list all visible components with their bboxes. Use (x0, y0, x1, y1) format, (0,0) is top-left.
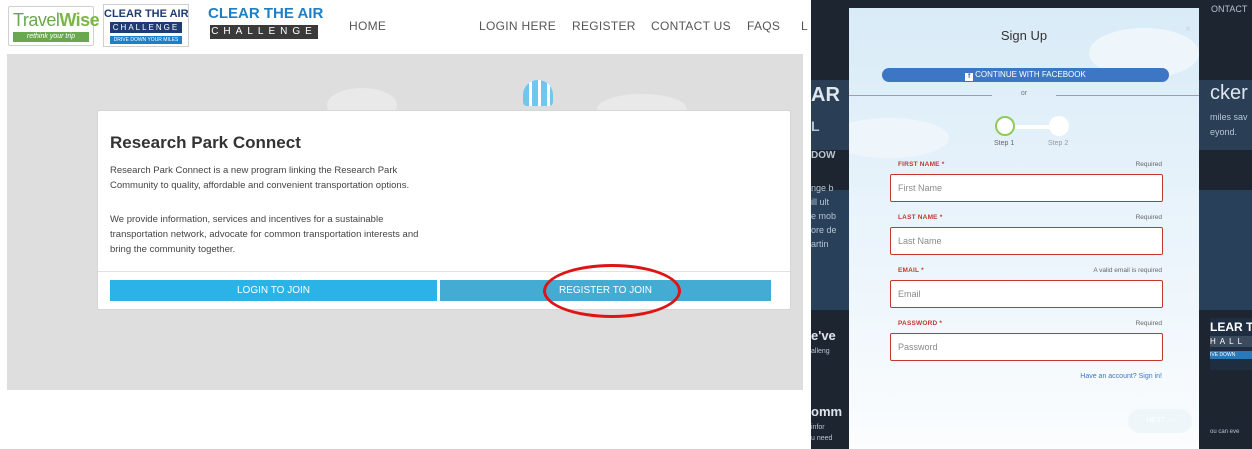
facebook-icon: f (965, 73, 974, 81)
cloud-decoration (849, 118, 949, 158)
bg-text-fragment: ill ult (811, 197, 830, 207)
signup-screen: ONTACT AR L DOW nge b ill ult e mob ore … (811, 0, 1252, 449)
first-name-label: FIRST NAME * (898, 161, 945, 168)
bg-text-fragment: cker (1210, 82, 1248, 104)
travelwise-tagline: rethink your trip (13, 32, 89, 42)
facebook-button-label: CONTINUE WITH FACEBOOK (975, 70, 1086, 79)
bg-text-fragment: nge b (811, 183, 834, 193)
card-description-2: We provide information, services and inc… (110, 214, 419, 255)
research-park-connect-card: Research Park Connect Research Park Conn… (97, 110, 791, 310)
travelwise-logo[interactable]: TravelWise rethink your trip (8, 6, 100, 46)
travelwise-name-bold: Wise (59, 10, 100, 30)
nav-contact-us[interactable]: CONTACT US (651, 19, 731, 33)
clear-the-air-small-logo[interactable]: CLEAR THE AIR CHALLENGE DRIVE DOWN YOUR … (103, 4, 189, 47)
bg-text-fragment: eyond. (1210, 127, 1238, 137)
bg-text-fragment: artin (811, 239, 829, 249)
cta-large-line1: CLEAR THE AIR (208, 5, 324, 22)
nav-login-here[interactable]: LOGIN HERE (479, 19, 556, 33)
bg-text-fragment: e mob (811, 211, 837, 221)
bg-logo-line3: IVE DOWN (1210, 351, 1252, 359)
bg-text-fragment: miles sav (1210, 112, 1248, 122)
email-hint: A valid email is required (1093, 267, 1162, 274)
nav-register[interactable]: REGISTER (572, 19, 636, 33)
card-description-1: Research Park Connect is a new program l… (110, 165, 410, 191)
cta-small-line3: DRIVE DOWN YOUR MILES (110, 36, 182, 44)
card-title: Research Park Connect (110, 133, 301, 152)
email-label: EMAIL * (898, 267, 924, 274)
modal-title: Sign Up (1000, 28, 1048, 43)
bg-clear-the-air-logo: LEAR T HALL IVE DOWN (1210, 318, 1252, 370)
research-park-page: TravelWise rethink your trip CLEAR THE A… (0, 0, 810, 449)
bg-nav-fragment: ONTACT (1211, 4, 1248, 14)
first-name-hint: Required (1135, 161, 1162, 168)
hot-air-balloon-icon (523, 80, 553, 106)
cta-large-line2: CHALLENGE (210, 25, 318, 39)
password-field[interactable] (890, 333, 1163, 361)
bg-text-fragment: L (811, 118, 820, 134)
clear-the-air-large-logo[interactable]: CLEAR THE AIR CHALLENGE (208, 5, 324, 45)
bg-text-fragment: DOW (811, 150, 836, 161)
highlight-annotation-circle (543, 264, 681, 318)
first-name-field[interactable] (890, 174, 1163, 202)
password-hint: Required (1135, 320, 1162, 327)
last-name-field[interactable] (890, 227, 1163, 255)
cta-small-line2: CHALLENGE (110, 22, 182, 33)
step-1-label: Step 1 (994, 140, 1015, 147)
screenshot-composite: TravelWise rethink your trip CLEAR THE A… (0, 0, 1252, 449)
or-divider-line (1056, 95, 1199, 96)
top-nav: TravelWise rethink your trip CLEAR THE A… (0, 0, 810, 52)
bg-text-fragment: ou can eve (1210, 429, 1240, 435)
nav-overflow-item[interactable]: L (801, 19, 808, 33)
close-icon[interactable]: × (1185, 24, 1191, 35)
step-2-indicator (1049, 116, 1069, 136)
last-name-label: LAST NAME * (898, 214, 943, 221)
last-name-hint: Required (1135, 214, 1162, 221)
step-progress-track (1015, 125, 1051, 129)
bg-text-fragment: u need (811, 435, 833, 442)
signup-modal: Sign Up × f CONTINUE WITH FACEBOOK or Ste… (849, 8, 1199, 449)
nav-home[interactable]: HOME (349, 19, 386, 33)
continue-with-facebook-button[interactable]: f CONTINUE WITH FACEBOOK (882, 68, 1169, 82)
email-field[interactable] (890, 280, 1163, 308)
bg-text-fragment: AR (811, 84, 840, 106)
bg-text-fragment: alleng (811, 348, 830, 355)
next-button[interactable]: NEXT → (1128, 409, 1192, 433)
bg-text-fragment: e've (811, 328, 836, 343)
step-1-indicator (995, 116, 1015, 136)
bg-text-fragment: omm (811, 404, 843, 419)
travelwise-name-light: Travel (13, 10, 60, 30)
password-label: PASSWORD * (898, 320, 943, 327)
login-to-join-button[interactable]: LOGIN TO JOIN (110, 280, 437, 301)
step-2-label: Step 2 (1048, 140, 1069, 147)
bg-logo-line2: HALL (1210, 336, 1252, 347)
bg-logo-line1: LEAR T (1210, 320, 1252, 334)
bg-text-fragment: ore de (811, 225, 837, 235)
nav-faqs[interactable]: FAQS (747, 19, 780, 33)
cta-small-line1: CLEAR THE AIR (104, 8, 189, 20)
sign-in-link[interactable]: Have an account? Sign in! (1080, 373, 1162, 380)
card-divider (98, 271, 790, 272)
bg-text-fragment: infor (811, 424, 825, 431)
